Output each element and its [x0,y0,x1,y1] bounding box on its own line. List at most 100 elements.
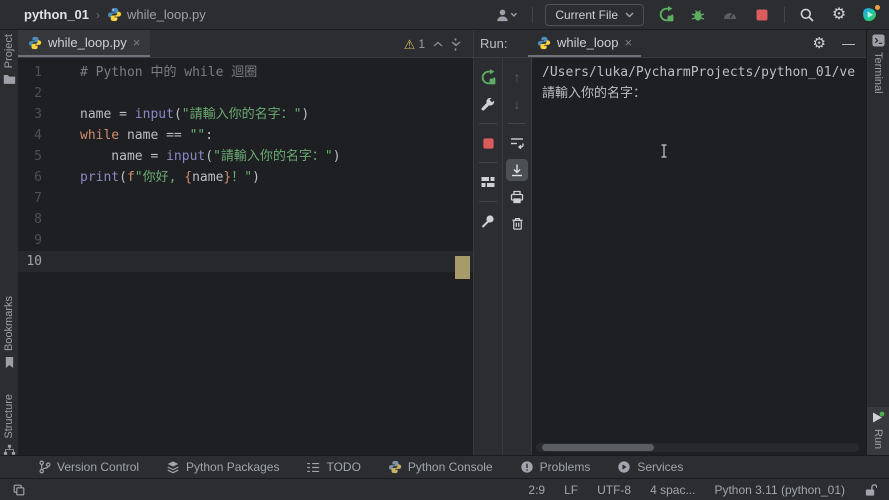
status-bar-widgets: 2:9 LF UTF-8 4 spac... Python 3.11 (pyth… [528,483,877,497]
toolbar-item-label: Python Console [407,460,493,474]
project-stripe-label: Project [3,34,15,69]
run-console[interactable]: /Users/luka/PycharmProjects/python_01/ve… [532,58,867,455]
scrollbar-thumb[interactable] [542,444,654,451]
title-bar-actions: Current File ⚙ [492,3,889,26]
debug-button[interactable] [688,5,708,25]
breadcrumb-file[interactable]: while_loop.py [107,7,206,22]
stop-icon[interactable] [477,132,499,154]
breadcrumb-separator-icon: › [96,7,101,22]
down-stack-trace-icon[interactable]: ↓ [506,93,528,115]
code-line: 2 [34,86,42,101]
sidebar-item-structure[interactable]: Structure [0,394,18,456]
close-icon[interactable]: × [624,36,632,49]
tool-window-bar: Version Control Python Packages TODO Pyt… [0,455,889,478]
interpreter-widget[interactable]: Python 3.11 (python_01) [714,483,845,497]
tab-while-loop-py[interactable]: while_loop.py × [18,30,151,57]
ide-logo-notification-button[interactable] [861,4,880,24]
user-account-button[interactable] [492,5,520,25]
settings-button[interactable]: ⚙ [829,5,849,25]
encoding-widget[interactable]: UTF-8 [597,483,631,497]
sidebar-item-run[interactable]: Run [867,406,889,455]
sidebar-item-bookmarks[interactable]: Bookmarks [0,296,18,369]
project-name[interactable]: python_01 [24,7,89,22]
up-stack-trace-icon[interactable]: ↑ [506,66,528,88]
code-line: 9 [34,233,42,248]
status-bar: 2:9 LF UTF-8 4 spac... Python 3.11 (pyth… [0,478,889,500]
divider [532,6,534,23]
inspection-widget[interactable]: ⚠ 1 [404,37,461,51]
terminal-stripe-label: Terminal [872,52,884,94]
warning-count: 1 [418,37,425,51]
toolbar-item-todo[interactable]: TODO [306,460,361,474]
toolbar-item-python-console[interactable]: Python Console [388,460,493,474]
bookmarks-stripe-label: Bookmarks [3,296,15,352]
divider [508,123,526,124]
soft-wrap-icon[interactable] [506,132,528,154]
divider [479,201,497,202]
sidebar-item-project[interactable]: Project [0,34,18,85]
code-line: 1 # Python 中的 while 迴圈 [34,65,258,80]
toolbar-item-services[interactable]: Services [617,460,683,474]
run-play-icon [873,411,885,423]
run-tool-window: Run: while_loop × ⚙ — ↑ ↓ /Users/luka/Py… [473,30,867,455]
packages-layers-icon [167,461,179,474]
run-toolbar-primary [474,58,503,455]
search-everywhere-button[interactable] [797,5,817,25]
problems-icon [520,461,533,473]
breadcrumb-file-label: while_loop.py [127,7,206,22]
left-tool-window-stripe: Project Bookmarks Structure [0,30,19,455]
chevron-down-icon [625,11,634,18]
caret-position-widget[interactable]: 2:9 [528,483,545,497]
code-line: 4 while name == "": [34,128,214,143]
line-separator-widget[interactable]: LF [564,483,578,497]
run-tab-while-loop[interactable]: while_loop × [528,30,642,57]
scroll-to-end-icon[interactable] [506,159,528,181]
indent-widget[interactable]: 4 spac... [650,483,695,497]
divider [479,162,497,163]
tool-window-switcher-icon[interactable] [12,483,26,497]
python-file-icon [107,7,122,22]
pin-tab-icon[interactable] [477,210,499,232]
run-toolbar-console: ↑ ↓ [503,58,532,455]
hide-tool-window-icon[interactable]: — [842,37,855,50]
profiler-button[interactable] [720,5,740,25]
pycharm-window: python_01 › while_loop.py Current File ⚙… [0,0,889,500]
close-icon[interactable]: × [133,36,141,49]
right-tool-window-stripe: Terminal Run [866,30,889,455]
rerun-icon[interactable] [477,66,499,88]
divider [784,6,785,23]
code-line: 5 name = input("請輸入你的名字：") [34,149,341,164]
prev-problem-chevron-up-icon[interactable] [433,41,443,47]
toolbar-item-problems[interactable]: Problems [520,460,591,474]
sidebar-item-terminal[interactable]: Terminal [867,34,889,94]
toolbar-item-version-control[interactable]: Version Control [38,460,139,474]
gear-icon: ⚙ [831,5,847,23]
tab-label: while_loop.py [48,35,127,50]
run-configuration-label: Current File [555,7,618,22]
todo-list-icon [307,462,320,472]
modify-run-config-wrench-icon[interactable] [477,93,499,115]
clear-console-trash-icon[interactable] [506,213,528,235]
rerun-button[interactable] [656,5,676,25]
toolbar-item-label: Problems [539,460,591,474]
unlocked-icon[interactable] [864,483,877,497]
restore-layout-icon[interactable] [477,171,499,193]
warning-icon: ⚠ [403,36,416,52]
run-settings-gear-icon[interactable]: ⚙ [813,36,826,51]
text-cursor-icon [660,144,668,158]
python-file-icon [537,36,551,49]
next-problem-chevron-down-icon[interactable] [451,41,461,47]
toolbar-item-python-packages[interactable]: Python Packages [166,460,279,474]
code-line: 3 name = input("請輸入你的名字：") [34,107,310,122]
console-horizontal-scrollbar[interactable] [536,443,859,452]
code-editor[interactable]: 1 # Python 中的 while 迴圈 2 3 name = input("請… [18,58,473,455]
run-body: ↑ ↓ /Users/luka/PycharmProjects/python_0… [474,58,867,455]
toolbar-item-label: Python Packages [186,460,280,474]
stop-button[interactable] [752,5,772,25]
run-configuration-select[interactable]: Current File [545,3,644,26]
folder-icon [3,75,15,85]
console-line-prompt: 請輸入你的名字： [542,86,647,101]
print-icon[interactable] [506,186,528,208]
run-panel-title: Run: [480,36,508,51]
breadcrumb: python_01 › while_loop.py [0,7,206,22]
